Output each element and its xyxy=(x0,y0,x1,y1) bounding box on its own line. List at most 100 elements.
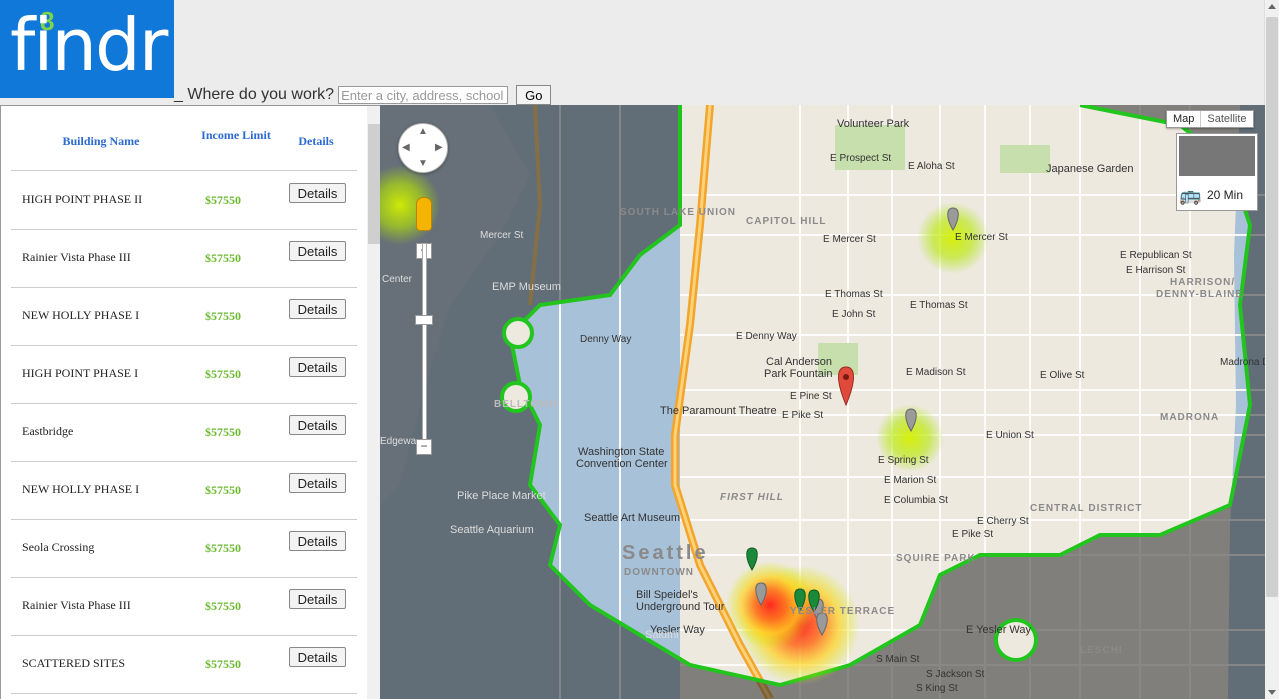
map-label: FIRST HILL xyxy=(720,492,784,503)
details-button[interactable]: Details xyxy=(289,589,346,609)
details-button[interactable]: Details xyxy=(289,241,346,261)
header-income-limit: Income Limit xyxy=(201,128,271,142)
map-label: E Yesler Way xyxy=(966,624,1032,636)
map-label: E Aloha St xyxy=(908,161,955,172)
income-limit: $57550 xyxy=(205,425,241,439)
header-building-name: Building Name xyxy=(62,134,140,148)
commute-legend[interactable]: 🚌 20 Min xyxy=(1176,133,1258,211)
pan-up-icon[interactable]: ▲ xyxy=(418,126,428,137)
pan-right-icon[interactable]: ▶ xyxy=(435,142,443,153)
table-row: SCATTERED SITES $57550 Details xyxy=(11,635,357,694)
table-row: HIGH POINT PHASE II $57550 Details xyxy=(11,171,357,230)
map-label: S Jackson St xyxy=(926,669,985,680)
table-row: Rainier Vista Phase III $57550 Details xyxy=(11,229,357,288)
map-label: E Spring St xyxy=(878,455,929,466)
findr-logo[interactable]: 8 findr xyxy=(0,0,174,98)
pan-left-icon[interactable]: ◀ xyxy=(402,142,410,153)
map-label: E Marion St xyxy=(884,475,936,486)
income-limit: $57550 xyxy=(205,367,241,381)
map-view[interactable]: Volunteer Park Japanese Garden CAPITOL H… xyxy=(380,105,1265,699)
details-button[interactable]: Details xyxy=(289,473,346,493)
map-label: Seattle xyxy=(622,542,709,564)
map-label: EMP Museum xyxy=(492,281,561,293)
map-label: Pike Place Market xyxy=(457,490,546,502)
map-label: BELLTOWN xyxy=(494,399,558,410)
income-limit: $57550 xyxy=(205,599,241,613)
map-label: S Main St xyxy=(876,654,920,665)
page-scrollbar[interactable] xyxy=(1264,0,1279,699)
scroll-up-icon[interactable] xyxy=(1268,4,1276,9)
sidebar-scrollbar[interactable] xyxy=(367,106,380,699)
table-header: Building Name Income Limit Details xyxy=(11,110,357,171)
table-row: HIGH POINT PHASE I $57550 Details xyxy=(11,345,357,404)
building-name: NEW HOLLY PHASE I xyxy=(22,308,140,322)
map-label: Japanese Garden xyxy=(1046,163,1133,175)
map-label: E John St xyxy=(832,309,876,320)
sidebar-scroll-thumb[interactable] xyxy=(368,124,380,244)
map-label: DOWNTOWN xyxy=(624,567,694,578)
map-label: E Denny Way xyxy=(736,331,797,342)
details-button[interactable]: Details xyxy=(289,647,346,667)
map-label: E Harrison St xyxy=(1126,265,1186,276)
map-label: E Union St xyxy=(986,430,1034,441)
map-type-control: Map Satellite xyxy=(1166,110,1254,128)
legend-thumbnail xyxy=(1179,136,1255,176)
go-button[interactable]: Go xyxy=(516,85,552,105)
income-limit: $57550 xyxy=(205,483,241,497)
map-label: Underground Tour xyxy=(636,601,725,613)
map-label: Bill Speidel's xyxy=(636,589,699,601)
map-label: E Republican St xyxy=(1120,250,1192,261)
map-label: LESCHI xyxy=(1080,645,1123,656)
building-name: NEW HOLLY PHASE I xyxy=(22,482,140,496)
search-row: _ Where do you work? Go xyxy=(174,84,552,106)
income-limit: $57550 xyxy=(205,309,241,323)
header-details: Details xyxy=(298,134,334,148)
map-label: S King St xyxy=(916,683,958,694)
map-label: E Mercer St xyxy=(955,232,1008,243)
bus-icon: 🚌 xyxy=(1179,185,1202,205)
pan-down-icon[interactable]: ▼ xyxy=(418,158,428,169)
map-label: Park Fountain xyxy=(764,368,832,380)
income-limit: $57550 xyxy=(205,657,241,671)
details-button[interactable]: Details xyxy=(289,299,346,319)
map-label: DENNY-BLAINE xyxy=(1156,289,1243,300)
details-button[interactable]: Details xyxy=(289,357,346,377)
income-limit: $57550 xyxy=(205,193,241,207)
building-name: Seola Crossing xyxy=(22,540,95,554)
map-type-map-button[interactable]: Map xyxy=(1167,111,1200,127)
pan-control[interactable]: ▲ ▼ ◀ ▶ xyxy=(398,123,448,173)
building-name: HIGH POINT PHASE I xyxy=(22,366,139,380)
details-button[interactable]: Details xyxy=(289,415,346,435)
map-label: Seattle Art Museum xyxy=(584,512,680,524)
page-scroll-thumb[interactable] xyxy=(1266,17,1278,597)
work-location-input[interactable] xyxy=(338,86,509,104)
map-label: E Prospect St xyxy=(830,153,891,164)
map-label: Volunteer Park xyxy=(837,118,910,130)
map-canvas[interactable]: Volunteer Park Japanese Garden CAPITOL H… xyxy=(380,105,1265,699)
zoom-slider-track[interactable] xyxy=(422,243,427,445)
map-type-satellite-button[interactable]: Satellite xyxy=(1200,111,1252,127)
table-row: Eastbridge $57550 Details xyxy=(11,403,357,462)
map-label: E Pine St xyxy=(790,391,832,402)
street-view-pegman-icon[interactable] xyxy=(416,197,432,231)
map-label: Mercer St xyxy=(480,230,524,241)
map-label: Madrona Dr xyxy=(1220,357,1265,368)
scroll-down-icon[interactable] xyxy=(1268,690,1276,695)
map-label: E Madison St xyxy=(906,367,966,378)
building-name: SCATTERED SITES xyxy=(22,656,126,670)
table-row: NEW HOLLY PHASE I $57550 Details xyxy=(11,287,357,346)
map-label: E Thomas St xyxy=(910,300,968,311)
details-button[interactable]: Details xyxy=(289,531,346,551)
map-label: CENTRAL DISTRICT xyxy=(1030,503,1142,514)
map-label: Cal Anderson xyxy=(766,356,832,368)
details-button[interactable]: Details xyxy=(289,183,346,203)
zoom-out-button[interactable]: − xyxy=(416,439,432,455)
building-name: HIGH POINT PHASE II xyxy=(22,192,143,206)
table-row: Rainier Vista Phase III $57550 Details xyxy=(11,577,357,636)
zoom-slider-handle[interactable] xyxy=(415,315,433,325)
map-label: Salumi xyxy=(645,629,679,641)
map-label: YESLER TERRACE xyxy=(790,606,895,617)
building-name: Eastbridge xyxy=(22,424,74,438)
map-label: Edgewa xyxy=(380,436,417,447)
logo-text: findr xyxy=(10,3,168,87)
